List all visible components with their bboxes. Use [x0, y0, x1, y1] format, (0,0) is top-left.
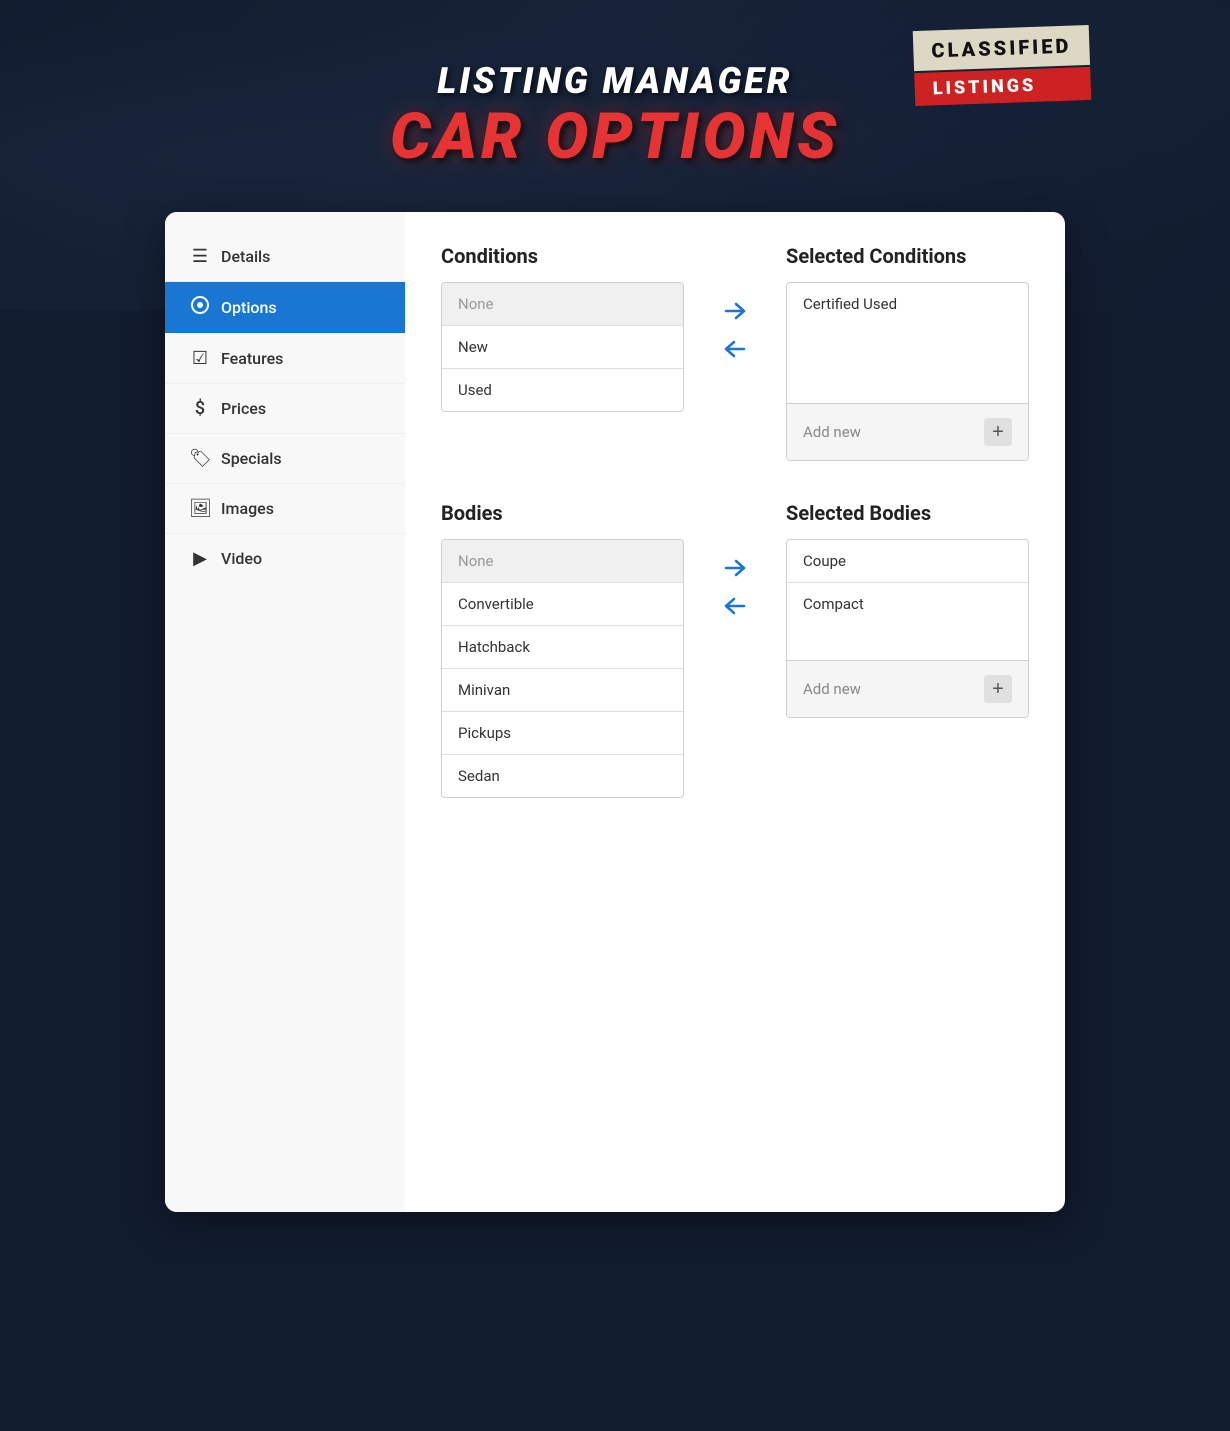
bodies-move-left-btn[interactable]: [718, 591, 752, 621]
bodies-list-box: None Convertible Hatchback Minivan Picku: [441, 539, 684, 798]
image-icon: 🖼: [189, 498, 211, 519]
condition-item-used[interactable]: Used: [442, 369, 683, 411]
main-card: ☰ Details Options ☑ Features $ Prices 🏷 …: [165, 212, 1065, 1212]
sidebar-item-video[interactable]: ▶ Video: [165, 534, 405, 583]
bodies-selected-col: Selected Bodies Coupe Compact Add new: [786, 501, 1029, 718]
sidebar-item-features[interactable]: ☑ Features: [165, 334, 405, 384]
body-item-hatchback[interactable]: Hatchback: [442, 626, 683, 669]
conditions-transfer-arrows: [708, 296, 762, 364]
conditions-add-new-row[interactable]: Add new +: [787, 403, 1028, 460]
body-item-convertible[interactable]: Convertible: [442, 583, 683, 626]
bodies-section: Bodies None Convertible Hatchback Miniva…: [441, 501, 1029, 798]
condition-selected-certified-used[interactable]: Certified Used: [787, 283, 1028, 325]
body-item-minivan[interactable]: Minivan: [442, 669, 683, 712]
condition-item-new[interactable]: New: [442, 326, 683, 369]
conditions-add-new-label: Add new: [803, 423, 861, 441]
bodies-transfer-arrows: [708, 553, 762, 621]
conditions-list-box: None New Used: [441, 282, 684, 412]
conditions-move-right-btn[interactable]: [718, 296, 752, 326]
bodies-selected-box: Coupe Compact Add new +: [786, 539, 1029, 718]
conditions-section: Conditions None New Used: [441, 244, 1029, 461]
sidebar-label-prices: Prices: [221, 399, 266, 418]
sidebar-label-features: Features: [221, 349, 283, 368]
body-item-none[interactable]: None: [442, 540, 683, 583]
sidebar: ☰ Details Options ☑ Features $ Prices 🏷 …: [165, 212, 405, 1212]
video-icon: ▶: [189, 548, 211, 569]
bodies-selected-title: Selected Bodies: [786, 501, 1029, 525]
bodies-move-right-btn[interactable]: [718, 553, 752, 583]
conditions-selected-box: Certified Used Add new +: [786, 282, 1029, 461]
bodies-available-col: Bodies None Convertible Hatchback Miniva…: [441, 501, 684, 798]
header-title: CAR OPTIONS: [20, 102, 1210, 172]
sidebar-label-video: Video: [221, 549, 262, 568]
sidebar-label-images: Images: [221, 499, 274, 518]
content-area: Conditions None New Used: [405, 212, 1065, 1212]
body-selected-coupe[interactable]: Coupe: [787, 540, 1028, 583]
conditions-move-left-btn[interactable]: [718, 334, 752, 364]
sidebar-item-options[interactable]: Options: [165, 282, 405, 334]
conditions-available-col: Conditions None New Used: [441, 244, 684, 412]
bodies-add-new-label: Add new: [803, 680, 861, 698]
sidebar-label-specials: Specials: [221, 449, 282, 468]
conditions-selected-col: Selected Conditions Certified Used Add n…: [786, 244, 1029, 461]
header-area: LISTING MANAGER CAR OPTIONS: [0, 0, 1230, 212]
header-subtitle: LISTING MANAGER: [20, 60, 1210, 102]
conditions-add-new-btn[interactable]: +: [984, 418, 1012, 446]
conditions-selected-title: Selected Conditions: [786, 244, 1029, 268]
bodies-title: Bodies: [441, 501, 684, 525]
body-item-sedan[interactable]: Sedan: [442, 755, 683, 797]
checkbox-icon: ☑: [189, 348, 211, 369]
bodies-add-new-row[interactable]: Add new +: [787, 660, 1028, 717]
options-icon: [189, 296, 211, 319]
body-selected-compact[interactable]: Compact: [787, 583, 1028, 625]
bodies-add-new-btn[interactable]: +: [984, 675, 1012, 703]
conditions-title: Conditions: [441, 244, 684, 268]
sidebar-item-specials[interactable]: 🏷 Specials: [165, 434, 405, 484]
dollar-icon: $: [189, 398, 211, 419]
conditions-selected-items: Certified Used: [787, 283, 1028, 403]
sidebar-item-images[interactable]: 🖼 Images: [165, 484, 405, 534]
list-icon: ☰: [189, 246, 211, 267]
bodies-selected-items: Coupe Compact: [787, 540, 1028, 660]
tag-icon: 🏷: [189, 448, 211, 469]
sidebar-label-details: Details: [221, 247, 270, 266]
condition-item-none[interactable]: None: [442, 283, 683, 326]
sidebar-item-prices[interactable]: $ Prices: [165, 384, 405, 434]
sidebar-item-details[interactable]: ☰ Details: [165, 232, 405, 282]
sidebar-label-options: Options: [221, 298, 277, 317]
body-item-pickups[interactable]: Pickups: [442, 712, 683, 755]
